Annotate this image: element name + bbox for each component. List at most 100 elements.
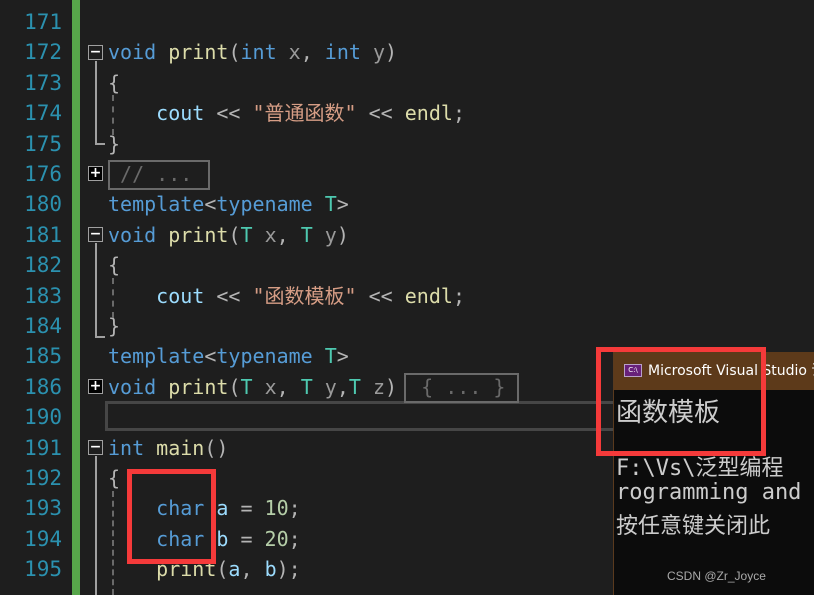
- code-token: <<: [356, 101, 405, 126]
- code-token: ): [385, 374, 398, 399]
- code-token: "普通函数": [252, 101, 357, 126]
- highlight-box-output: [596, 347, 766, 456]
- code-line[interactable]: template<typename T>: [108, 189, 349, 219]
- indent-guide: [112, 491, 114, 595]
- collapse-icon[interactable]: −: [88, 45, 103, 60]
- code-token: T: [300, 374, 313, 399]
- code-token: b: [264, 557, 277, 582]
- code-line[interactable]: cout << "普通函数" << endl;: [108, 98, 465, 128]
- code-token: ,: [276, 374, 301, 399]
- code-token: main: [156, 435, 205, 460]
- code-token: ,: [240, 557, 265, 582]
- line-number: 175: [24, 131, 62, 156]
- code-token: print: [168, 40, 229, 65]
- code-token: y: [360, 40, 386, 65]
- line-number: 181: [24, 222, 62, 247]
- code-token: ;: [288, 526, 301, 551]
- code-token: x: [252, 374, 277, 399]
- line-number: 185: [24, 344, 62, 369]
- code-token: template: [108, 344, 205, 369]
- code-token: T: [348, 374, 361, 399]
- code-line[interactable]: {: [108, 463, 120, 493]
- line-number: 171: [24, 10, 62, 34]
- console-output-line: 按任意键关闭此: [616, 514, 771, 539]
- code-token: template: [108, 192, 205, 217]
- code-token: ,: [336, 374, 349, 399]
- expand-icon[interactable]: +: [88, 166, 103, 181]
- code-token: {: [108, 70, 121, 95]
- code-line[interactable]: }: [108, 311, 120, 341]
- line-number: 182: [24, 253, 62, 278]
- code-token: T: [324, 192, 337, 217]
- code-token: =: [228, 496, 265, 521]
- code-token: ;: [452, 101, 465, 126]
- code-token: {: [108, 253, 121, 278]
- code-token: ): [336, 222, 349, 247]
- code-token: print: [168, 374, 229, 399]
- code-line[interactable]: }: [108, 129, 120, 159]
- highlight-box-char: [127, 469, 216, 564]
- code-token: int: [324, 40, 361, 65]
- collapse-icon[interactable]: −: [88, 440, 103, 455]
- code-token: >: [336, 192, 349, 217]
- fold-guide: [95, 243, 97, 338]
- line-number: 190: [24, 405, 62, 430]
- current-line-highlight: [105, 401, 625, 431]
- code-token: (): [204, 435, 229, 460]
- line-number: 173: [24, 70, 62, 95]
- code-token: =: [228, 526, 265, 551]
- code-token: {: [108, 466, 121, 490]
- code-line[interactable]: cout << "函数模板" << endl;: [108, 281, 465, 311]
- collapsed-region-box[interactable]: [404, 373, 519, 403]
- line-number: 195: [24, 557, 62, 582]
- indent-guide: [112, 278, 114, 318]
- code-token: T: [240, 222, 253, 247]
- code-token: <<: [204, 283, 253, 308]
- code-line[interactable]: {: [108, 250, 120, 280]
- indent-guide: [112, 95, 114, 135]
- code-line[interactable]: int main(): [108, 433, 228, 463]
- code-token: x: [276, 40, 301, 65]
- code-token: <<: [356, 283, 405, 308]
- code-token: <: [204, 344, 217, 369]
- code-token: y: [312, 222, 337, 247]
- line-number: 191: [24, 435, 62, 460]
- code-token: T: [324, 344, 337, 369]
- line-number: 172: [24, 40, 62, 65]
- code-token: 20: [264, 526, 289, 551]
- line-number: 183: [24, 283, 62, 308]
- code-line[interactable]: {: [108, 68, 120, 98]
- code-token: a: [228, 557, 241, 582]
- code-line[interactable]: template<typename T>: [108, 341, 349, 371]
- fold-guide-end: [95, 143, 105, 145]
- collapse-icon[interactable]: −: [88, 227, 103, 242]
- code-token: ;: [288, 496, 301, 521]
- code-token: (: [228, 374, 241, 399]
- code-token: }: [108, 314, 121, 338]
- code-token: 10: [264, 496, 289, 521]
- line-number: 186: [24, 374, 62, 399]
- code-token: z: [360, 374, 386, 399]
- code-token: cout: [108, 283, 205, 308]
- collapsed-region-box[interactable]: [108, 160, 210, 190]
- code-token: void: [108, 374, 157, 399]
- line-number: 192: [24, 466, 62, 490]
- line-number: 176: [24, 162, 62, 186]
- code-token: endl: [404, 101, 453, 126]
- fold-guide: [95, 61, 97, 145]
- code-token: (: [228, 40, 241, 65]
- watermark: CSDN @Zr_Joyce: [667, 569, 766, 583]
- code-line[interactable]: void print(int x, int y): [108, 37, 397, 67]
- expand-icon[interactable]: +: [88, 379, 103, 394]
- line-number: 194: [24, 526, 62, 551]
- code-token: <<: [204, 101, 253, 126]
- change-tracking-bar: [72, 0, 80, 595]
- code-line[interactable]: void print(T x, T y): [108, 220, 349, 250]
- line-number: 174: [24, 101, 62, 126]
